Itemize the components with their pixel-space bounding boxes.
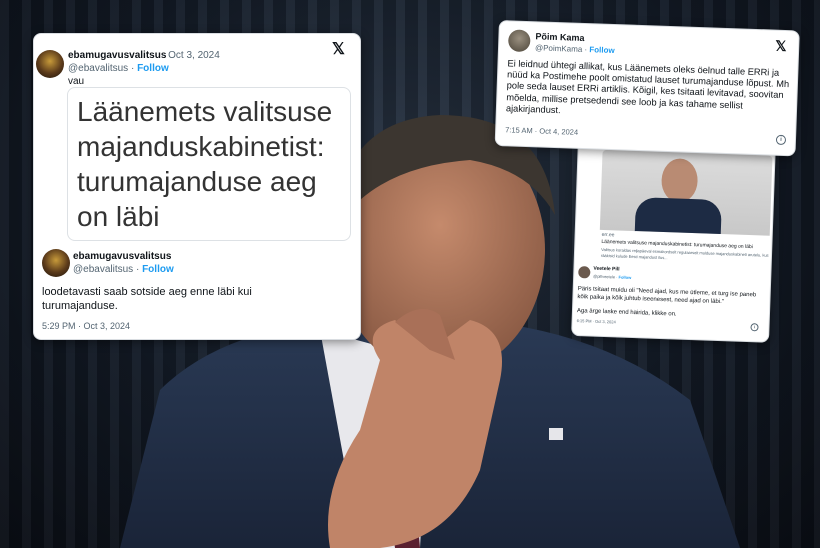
quote-author-name[interactable]: Veetele Pill [593, 266, 619, 273]
reply-author-name[interactable]: ebamugavusvalitsus [73, 251, 171, 262]
x-logo-icon[interactable]: 𝕏 [332, 39, 345, 59]
reply-author-handle[interactable]: @ebavalitsus · Follow [73, 264, 174, 275]
reply-timestamp[interactable]: 5:29 PM · Oct 3, 2024 [42, 321, 130, 331]
tweet-card-right-top[interactable]: Põim Kama @PoimKama · Follow 𝕏 Ei leidnu… [494, 20, 800, 157]
quote-timestamp[interactable]: 6:15 PM · Oct 3, 2024 [577, 318, 616, 324]
lapel-pin [549, 428, 563, 440]
avatar[interactable] [36, 50, 64, 78]
reply-text: loodetavasti saab sotside aeg enne läbi … [42, 286, 252, 312]
tweet-text: Ei leidnud ühtegi allikat, kus Läänemets… [505, 58, 790, 116]
reply-follow-button[interactable]: Follow [142, 264, 174, 275]
embed-image[interactable] [599, 149, 773, 236]
tweet-card-right-bottom[interactable]: err.ee Läänemets valitsuse majanduskabin… [571, 138, 776, 343]
follow-button[interactable]: Follow [137, 63, 169, 74]
embedded-headline-card[interactable]: Läänemets valitsuse majanduskabinetist: … [67, 87, 351, 241]
author-name[interactable]: Põim Kama [535, 31, 584, 43]
tweet-date[interactable]: · Oct 3, 2024 [162, 50, 220, 61]
info-icon[interactable]: i [775, 134, 787, 146]
quote-avatar[interactable] [578, 266, 591, 279]
reply-avatar[interactable] [42, 249, 70, 277]
author-handle[interactable]: @ebavalitsus · Follow [68, 63, 169, 74]
embed-source: err.ee [601, 231, 615, 239]
x-logo-icon[interactable]: 𝕏 [775, 38, 787, 55]
embedded-headline: Läänemets valitsuse majanduskabinetist: … [77, 96, 333, 232]
author-handle[interactable]: @PoimKama · Follow [535, 43, 615, 55]
quote-text: Päris tsitaat muidu oli "Need ajad, kus … [577, 286, 757, 306]
follow-button[interactable]: Follow [589, 45, 615, 55]
quote-author-handle[interactable]: @pillveetele · Follow [593, 274, 631, 280]
tweet-timestamp[interactable]: 7:15 AM · Oct 4, 2024 [505, 125, 578, 137]
tweet-text: vau [68, 76, 85, 87]
quote-follow-button[interactable]: Follow [619, 275, 632, 280]
tweet-card-left[interactable]: ebamugavusvalitsus · Oct 3, 2024 @ebaval… [33, 33, 361, 340]
photo-background: ebamugavusvalitsus · Oct 3, 2024 @ebaval… [0, 0, 820, 548]
avatar[interactable] [507, 29, 531, 53]
author-name[interactable]: ebamugavusvalitsus [68, 50, 166, 61]
info-icon[interactable]: i [750, 323, 759, 332]
